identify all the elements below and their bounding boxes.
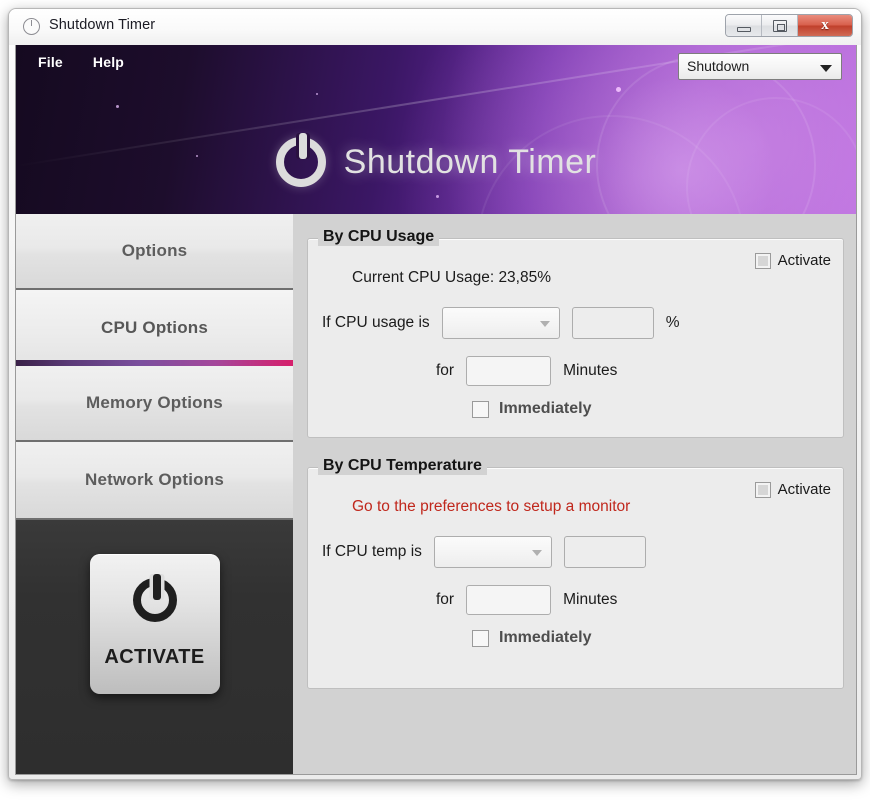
decorative-spark bbox=[116, 105, 119, 108]
menu-item-file[interactable]: File bbox=[38, 54, 63, 70]
brand: Shutdown Timer bbox=[16, 133, 856, 187]
maximize-icon bbox=[773, 20, 787, 32]
cpu-usage-unit-label: % bbox=[665, 314, 680, 331]
cpu-usage-duration-row: for Minutes bbox=[436, 356, 617, 386]
cpu-temp-condition-row: If CPU temp is bbox=[322, 536, 646, 568]
close-icon: x bbox=[821, 17, 829, 33]
header-banner: File Help Shutdown Shutdown Timer bbox=[16, 45, 856, 214]
cpu-temp-activate-checkbox[interactable]: Activate bbox=[754, 481, 831, 498]
panel-by-cpu-usage: By CPU Usage Activate Current CPU Usage:… bbox=[307, 228, 844, 438]
cpu-temp-duration-unit: Minutes bbox=[563, 591, 618, 608]
decorative-spark bbox=[436, 195, 439, 198]
sidebar-item-network-options[interactable]: Network Options bbox=[16, 442, 293, 518]
cpu-temp-threshold-input[interactable] bbox=[563, 536, 646, 568]
application-window: Shutdown Timer x File Help Shutdown Shut… bbox=[8, 8, 862, 780]
activate-button-label: ACTIVATE bbox=[104, 646, 205, 668]
checkbox-label: Activate bbox=[777, 252, 831, 269]
current-cpu-usage-text: Current CPU Usage: 23,85% bbox=[352, 269, 552, 286]
checkbox-label: Activate bbox=[777, 481, 831, 498]
checkbox-box bbox=[472, 629, 489, 647]
panel-title: By CPU Usage bbox=[318, 228, 440, 246]
cpu-temp-condition-label: If CPU temp is bbox=[322, 543, 422, 560]
cpu-usage-immediately-checkbox[interactable]: Immediately bbox=[472, 400, 591, 418]
cpu-usage-duration-label: for bbox=[436, 362, 455, 379]
panel-title: By CPU Temperature bbox=[318, 457, 487, 475]
chevron-down-icon bbox=[531, 550, 542, 556]
cpu-usage-duration-unit: Minutes bbox=[563, 362, 618, 379]
checkbox-label: Immediately bbox=[499, 400, 592, 417]
mode-select[interactable]: Shutdown bbox=[678, 53, 842, 80]
cpu-usage-condition-label: If CPU usage is bbox=[322, 314, 430, 331]
sidebar: Options CPU Options Memory Options Netwo… bbox=[16, 214, 293, 774]
sidebar-item-cpu-options[interactable]: CPU Options bbox=[16, 290, 293, 366]
cpu-usage-threshold-input[interactable] bbox=[571, 307, 654, 339]
cpu-usage-operator-select[interactable] bbox=[441, 307, 560, 339]
decorative-spark bbox=[316, 93, 318, 95]
cpu-temp-duration-label: for bbox=[436, 591, 455, 608]
client-area: File Help Shutdown Shutdown Timer Option… bbox=[15, 45, 857, 775]
minimize-button[interactable] bbox=[726, 15, 762, 36]
cpu-temp-duration-row: for Minutes bbox=[436, 585, 617, 615]
panel-by-cpu-temperature: By CPU Temperature Activate Go to the pr… bbox=[307, 457, 844, 689]
brand-title: Shutdown Timer bbox=[343, 142, 597, 181]
checkbox-label: Immediately bbox=[499, 629, 592, 646]
minimize-icon bbox=[737, 27, 751, 32]
cpu-usage-condition-row: If CPU usage is % bbox=[322, 307, 679, 339]
title-bar[interactable]: Shutdown Timer x bbox=[9, 9, 861, 45]
cpu-temp-duration-input[interactable] bbox=[466, 585, 552, 615]
cpu-temp-immediately-checkbox[interactable]: Immediately bbox=[472, 629, 591, 647]
sidebar-item-memory-options[interactable]: Memory Options bbox=[16, 366, 293, 442]
cpu-usage-duration-input[interactable] bbox=[466, 356, 552, 386]
power-icon bbox=[132, 574, 177, 622]
checkbox-box bbox=[472, 400, 489, 418]
sidebar-item-label: Network Options bbox=[84, 470, 224, 489]
main-content: By CPU Usage Activate Current CPU Usage:… bbox=[293, 214, 856, 774]
cpu-temp-warning-text: Go to the preferences to setup a monitor bbox=[352, 498, 631, 515]
desktop-background: Shutdown Timer x File Help Shutdown Shut… bbox=[0, 0, 870, 800]
sidebar-item-options[interactable]: Options bbox=[16, 214, 293, 290]
close-button[interactable]: x bbox=[798, 15, 852, 36]
checkbox-box bbox=[754, 252, 771, 269]
maximize-button[interactable] bbox=[762, 15, 798, 36]
menu-item-help[interactable]: Help bbox=[93, 54, 124, 70]
decorative-spark bbox=[616, 87, 621, 92]
activate-panel: ACTIVATE bbox=[16, 518, 293, 774]
sidebar-item-label: CPU Options bbox=[100, 318, 209, 337]
activate-button[interactable]: ACTIVATE bbox=[89, 554, 220, 694]
sidebar-item-label: Memory Options bbox=[86, 393, 223, 412]
power-icon bbox=[275, 133, 326, 187]
sidebar-item-label: Options bbox=[121, 241, 188, 260]
cpu-usage-activate-checkbox[interactable]: Activate bbox=[754, 252, 831, 269]
chevron-down-icon bbox=[539, 321, 550, 327]
clock-icon bbox=[23, 18, 40, 35]
window-title: Shutdown Timer bbox=[49, 17, 156, 33]
chevron-down-icon bbox=[820, 65, 832, 72]
cpu-temp-operator-select[interactable] bbox=[433, 536, 552, 568]
checkbox-box bbox=[754, 481, 771, 498]
mode-select-value: Shutdown bbox=[687, 58, 750, 74]
window-controls: x bbox=[725, 14, 853, 37]
